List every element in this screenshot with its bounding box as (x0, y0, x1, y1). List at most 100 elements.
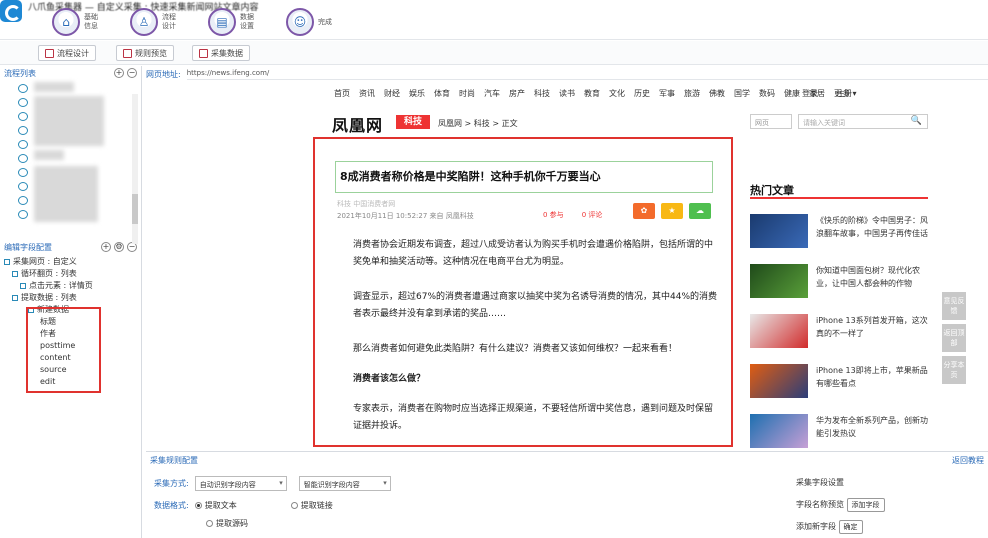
confirm-button[interactable]: 确定 (838, 520, 863, 534)
tree-node-icon[interactable] (18, 168, 28, 177)
article-source: 科技 中国消费者网 (337, 200, 396, 208)
hot-article-item[interactable]: iPhone 13即将上市，苹果新品有哪些看点 (750, 364, 936, 400)
tree-node-icon[interactable] (18, 196, 28, 205)
tree-item[interactable]: 点击元素 : 详情页 (4, 280, 137, 292)
hot-article-item[interactable]: iPhone 13系列首发开箱，这次真的不一样了 (750, 314, 936, 350)
blurred-label (34, 166, 98, 222)
main-step-data[interactable]: ▤ 数据设置 (208, 8, 260, 36)
field-config-header: 编辑字段配置 + ⚙ − (4, 242, 137, 252)
collapse-icon[interactable]: − (127, 68, 137, 78)
site-nav: 首页 资讯 财经 娱乐 体育 时尚 汽车 房产 科技 读书 教育 文化 历史 军… (334, 88, 857, 102)
article-title[interactable]: 8成消费者称价格是中奖陷阱！这种手机你千万要当心 (335, 161, 713, 193)
nav-item[interactable]: 资讯 (359, 88, 375, 102)
nav-item[interactable]: 数码 (759, 88, 775, 102)
table-icon (199, 48, 208, 58)
register-link[interactable]: 注册 (836, 88, 852, 99)
nav-item[interactable]: 体育 (434, 88, 450, 102)
share-wechat-icon[interactable]: ☁ (689, 203, 711, 219)
article-paragraph: 那么消费者如何避免此类陷阱？有什么建议？消费者又该如何维权？一起来看看！ (353, 344, 678, 354)
radio-source[interactable]: 提取源码 (206, 518, 248, 529)
app-logo-icon (0, 0, 22, 22)
share-qzone-icon[interactable]: ★ (661, 203, 683, 219)
share-weibo-icon[interactable]: ✿ (633, 203, 655, 219)
nav-item[interactable]: 教育 (584, 88, 600, 102)
radio-text[interactable]: 提取文本 (194, 500, 237, 511)
tree-node-icon[interactable] (18, 210, 28, 219)
tree-node-icon[interactable] (18, 112, 28, 121)
extract-icon (12, 295, 18, 301)
tab-process[interactable]: 流程设计 (38, 45, 96, 61)
tab-toolbar: 流程设计 规则预览 采集数据 (0, 41, 988, 65)
field-highlight-box (26, 307, 101, 393)
add-icon[interactable]: + (101, 242, 111, 252)
feedback-tab[interactable]: 意见反馈 (942, 292, 966, 320)
tree-node-icon[interactable] (18, 126, 28, 135)
share-tab[interactable]: 分享本页 (942, 356, 966, 384)
tree-item[interactable]: 提取数据 : 列表 (4, 292, 137, 304)
scrollbar-thumb[interactable] (132, 194, 138, 224)
process-list-header: 流程列表 + − (4, 68, 137, 78)
field-settings-title: 采集字段设置 (796, 478, 844, 487)
nav-item[interactable]: 房产 (509, 88, 525, 102)
article-paragraph: 调查显示，超过67%的消费者遭遇过商家以抽奖中奖为名诱导消费的情况，其中44%的… (353, 292, 718, 319)
nav-item[interactable]: 财经 (384, 88, 400, 102)
radio-link[interactable]: 提取链接 (290, 500, 333, 511)
search-icon[interactable]: 🔍 (906, 114, 928, 129)
person-icon: ☺ (286, 8, 314, 36)
nav-item[interactable]: 国学 (734, 88, 750, 102)
login-link[interactable]: 登录 (802, 88, 818, 99)
article-stats: 0 参与 0 评论 (543, 211, 603, 219)
tree-scrollbar[interactable] (132, 94, 138, 244)
nav-item[interactable]: 历史 (634, 88, 650, 102)
mode-select-1[interactable]: 自动识别字段内容 (194, 476, 287, 491)
nav-item[interactable]: 佛教 (709, 88, 725, 102)
nav-item[interactable]: 读书 (559, 88, 575, 102)
article-thumbnail (750, 314, 808, 348)
breadcrumb[interactable]: 凤凰网 > 科技 > 正文 (438, 118, 518, 129)
database-icon: ▤ (208, 8, 236, 36)
nav-item[interactable]: 旅游 (684, 88, 700, 102)
tree-node-icon[interactable] (18, 182, 28, 191)
tree-node-icon[interactable] (18, 140, 28, 149)
browser-viewport: 首页 资讯 财经 娱乐 体育 时尚 汽车 房产 科技 读书 教育 文化 历史 军… (146, 82, 988, 450)
back-to-top-tab[interactable]: 返回顶部 (942, 324, 966, 352)
tree-node-icon[interactable] (18, 84, 28, 93)
main-step-finish[interactable]: ☺ 完成 (286, 8, 338, 36)
tree-node-icon[interactable] (18, 154, 28, 163)
url-input[interactable]: https://news.ifeng.com/ (186, 69, 988, 80)
site-brand[interactable]: 凤凰网 (332, 112, 383, 136)
tab-data[interactable]: 采集数据 (192, 45, 250, 61)
hot-article-item[interactable]: 华为发布全新系列产品，创新功能引发热议 (750, 414, 936, 450)
nav-item[interactable]: 科技 (534, 88, 550, 102)
add-field-button[interactable]: 添加字段 (846, 498, 885, 512)
main-step-design[interactable]: ♙ 流程设计 (130, 8, 182, 36)
divider (750, 197, 928, 199)
nav-item[interactable]: 娱乐 (409, 88, 425, 102)
settings-icon[interactable]: ⚙ (114, 242, 124, 252)
article-thumbnail (750, 264, 808, 298)
nav-item[interactable]: 首页 (334, 88, 350, 102)
hot-article-item[interactable]: 《快乐的阶梯》令中国男子：风浪翻车故事，中国男子再传佳话 (750, 214, 936, 250)
help-link[interactable]: 返回教程 (952, 455, 984, 466)
hot-article-item[interactable]: 你知道中国面包树？现代化农业，让中国人都会种的作物 (750, 264, 936, 300)
nav-item[interactable]: 汽车 (484, 88, 500, 102)
main-step-basic[interactable]: ⌂ 基础信息 (52, 8, 104, 36)
article-thumbnail (750, 364, 808, 398)
nav-item[interactable]: 军事 (659, 88, 675, 102)
search-scope-select[interactable]: 网页 (750, 114, 792, 129)
radio-icon (206, 520, 213, 527)
expand-icon[interactable]: + (114, 68, 124, 78)
loop-icon (12, 271, 18, 277)
app-header: 八爪鱼采集器 — 自定义采集 : 快速采集新闻网站文章内容 ⌂ 基础信息 ♙ 流… (0, 0, 988, 40)
article-meta: 2021年10月11日 10:52:27 来自 凤凰科技 (337, 212, 474, 220)
mode-select-2[interactable]: 智能识别字段内容 (298, 476, 391, 491)
nav-item[interactable]: 文化 (609, 88, 625, 102)
new-field-row: 添加新字段 确定 (796, 516, 885, 538)
tab-preview[interactable]: 规则预览 (116, 45, 174, 61)
radio-icon (194, 502, 202, 509)
nav-item[interactable]: 健康 (784, 88, 800, 102)
nav-item[interactable]: 时尚 (459, 88, 475, 102)
tree-item[interactable]: 循环翻页 : 列表 (4, 268, 137, 280)
tree-item[interactable]: 采集网页 : 自定义 (4, 256, 137, 268)
tree-node-icon[interactable] (18, 98, 28, 107)
